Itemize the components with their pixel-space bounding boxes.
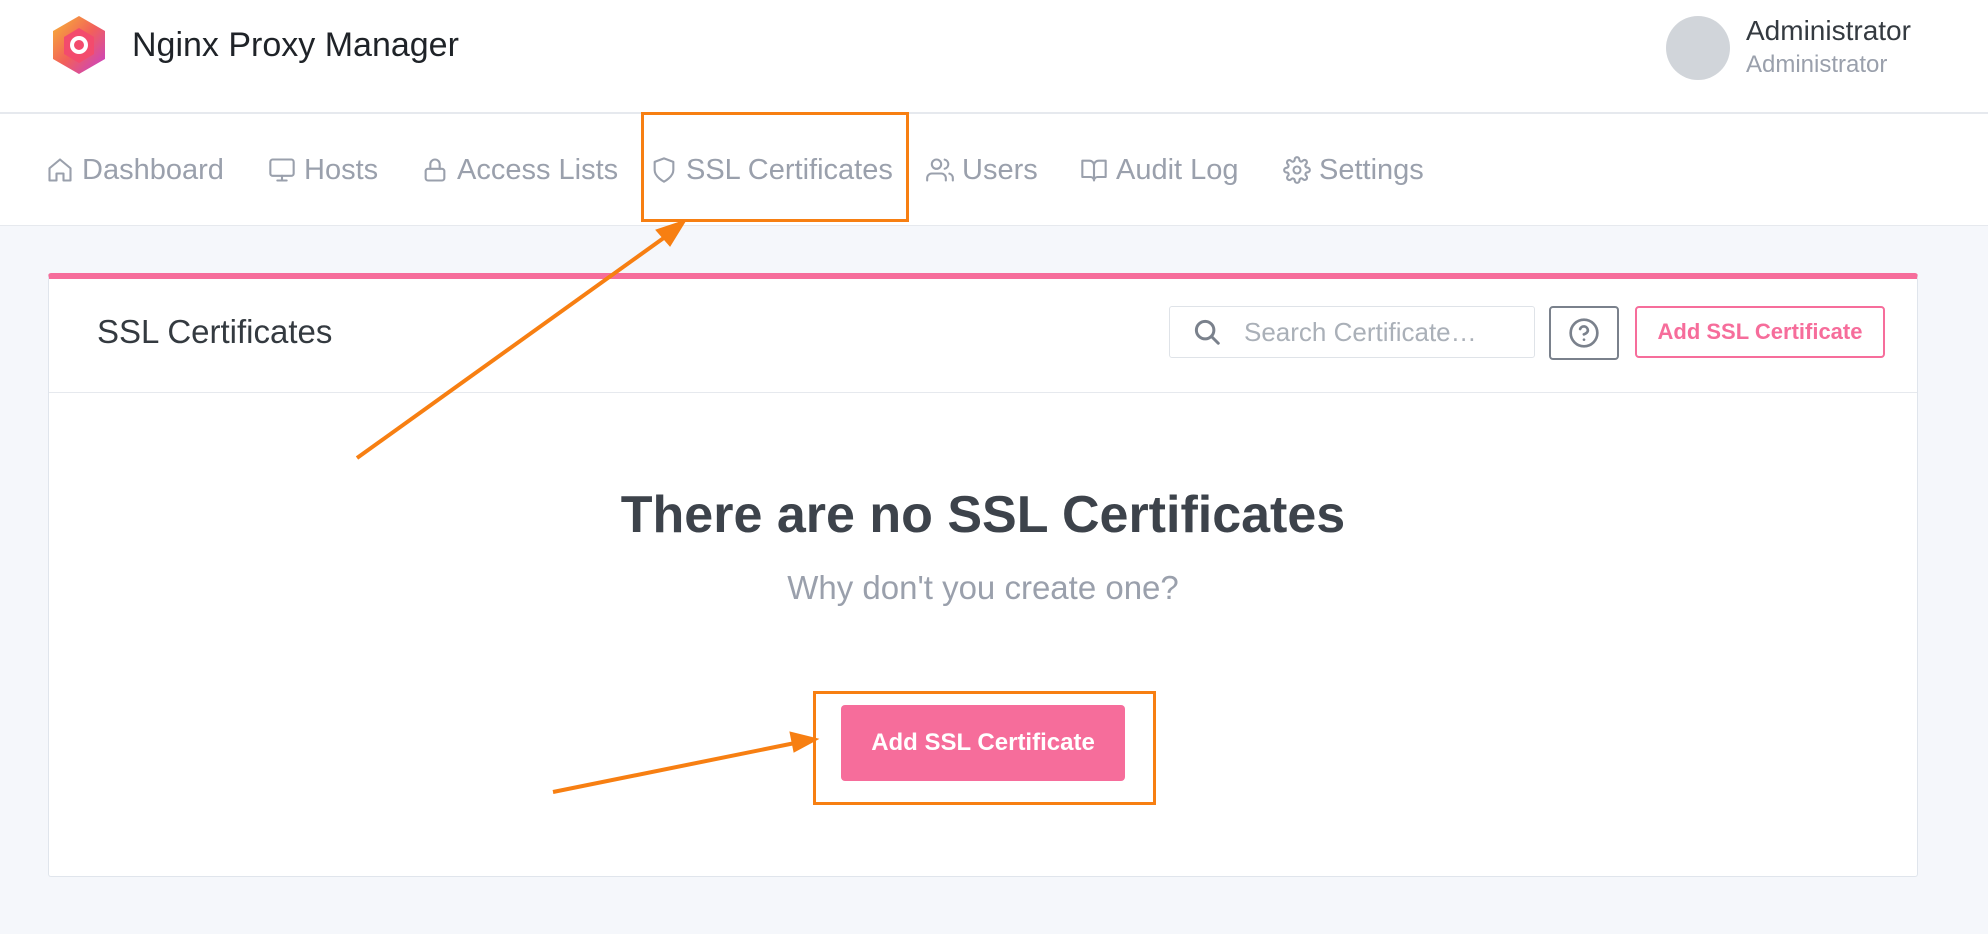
nav-item-hosts[interactable]: Hosts <box>268 114 378 226</box>
nav-item-dashboard[interactable]: Dashboard <box>46 114 224 226</box>
help-circle-icon <box>1569 318 1599 348</box>
nav-item-label: Hosts <box>304 153 379 186</box>
nav-item-settings[interactable]: Settings <box>1283 114 1424 226</box>
nav-item-audit-log[interactable]: Audit Log <box>1080 114 1239 226</box>
search-input[interactable] <box>1244 316 1534 348</box>
top-header: Nginx Proxy Manager Administrator Admini… <box>0 0 1988 114</box>
app-logo-icon <box>53 16 105 74</box>
avatar[interactable] <box>1666 16 1730 80</box>
gear-icon <box>1283 156 1311 184</box>
search-icon <box>1194 319 1220 345</box>
nav-item-label: SSL Certificates <box>686 153 893 186</box>
monitor-icon <box>269 158 295 182</box>
empty-state-title: There are no SSL Certificates <box>620 486 1346 544</box>
nav-item-label: Audit Log <box>1116 153 1239 186</box>
nav-item-users[interactable]: Users <box>926 114 1038 226</box>
card-title: SSL Certificates <box>97 313 333 350</box>
empty-state-subtitle: Why don't you create one? <box>787 569 1179 606</box>
nav-item-label: Access Lists <box>457 153 619 186</box>
main-nav: Dashboard Hosts Access Lists SSL Certifi… <box>0 114 1988 226</box>
nav-item-ssl-certificates[interactable]: SSL Certificates <box>650 114 893 226</box>
brand[interactable]: Nginx Proxy Manager <box>50 14 459 76</box>
home-icon <box>48 158 72 182</box>
search-box[interactable] <box>1169 306 1535 358</box>
add-ssl-certificate-button[interactable]: Add SSL Certificate <box>841 705 1125 781</box>
nav-item-label: Users <box>962 153 1038 186</box>
shield-icon <box>653 157 675 183</box>
nav-item-label: Dashboard <box>82 153 224 186</box>
user-role: Administrator <box>1746 51 1888 78</box>
ssl-certificates-card: SSL Certificates Add SSL Certificate The… <box>48 273 1918 877</box>
user-menu[interactable]: Administrator Administrator <box>1666 14 1911 82</box>
nav-item-access-lists[interactable]: Access Lists <box>421 114 618 226</box>
user-name: Administrator <box>1746 15 1911 46</box>
card-header: SSL Certificates Add SSL Certificate <box>49 279 1917 393</box>
book-icon <box>1081 159 1107 182</box>
nav-item-label: Settings <box>1319 153 1424 186</box>
add-ssl-certificate-header-button[interactable]: Add SSL Certificate <box>1635 306 1885 358</box>
help-button[interactable] <box>1549 306 1619 360</box>
app-title: Nginx Proxy Manager <box>132 25 459 64</box>
lock-icon <box>424 158 446 182</box>
users-icon <box>926 158 954 182</box>
